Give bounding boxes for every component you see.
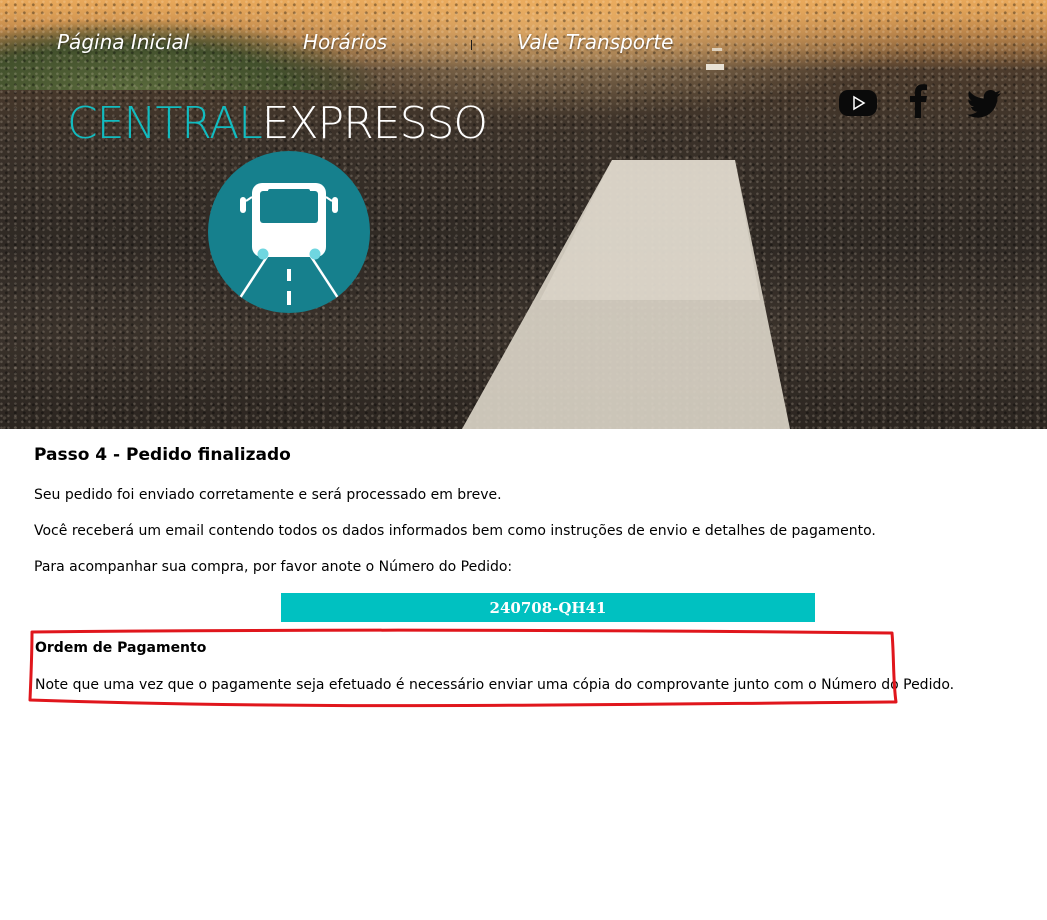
step-title: Passo 4 - Pedido finalizado [34,445,291,465]
order-number: 240708-QH41 [489,598,607,617]
order-number-box: 240708-QH41 [281,593,815,622]
facebook-icon[interactable] [907,84,931,122]
hero-banner: Página Inicial Horários Vale Transporte … [0,0,1047,429]
order-number-instruction: Para acompanhar sua compra, por favor an… [34,559,513,575]
nav-transport-voucher-link[interactable]: Vale Transporte [517,30,673,54]
youtube-icon[interactable] [838,89,878,121]
nav-home-link[interactable]: Página Inicial [57,30,189,54]
nav-separator [471,40,472,50]
brand-part-central: CENTRAL [67,98,263,149]
confirmation-text: Seu pedido foi enviado corretamente e se… [34,487,502,503]
nav-schedules-link[interactable]: Horários [303,30,387,54]
highlight-annotation [28,628,898,708]
bus-icon [236,183,342,305]
bus-logo [208,151,370,313]
twitter-icon[interactable] [967,89,1001,123]
brand-part-expresso: EXPRESSO [261,98,488,149]
email-info-text: Você receberá um email contendo todos os… [34,523,876,539]
road-marking [462,48,790,429]
brand-logo-text[interactable]: CENTRALEXPRESSO [67,98,488,149]
